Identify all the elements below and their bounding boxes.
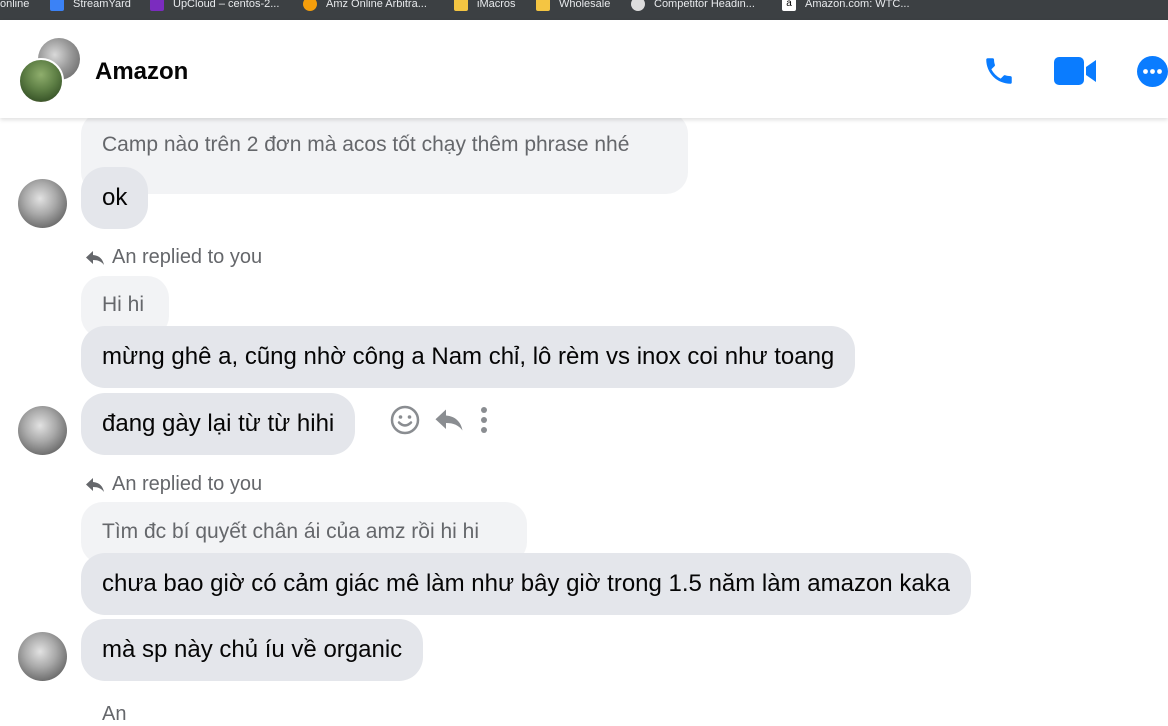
streamyard-icon — [50, 0, 64, 11]
replied-indicator: An replied to you — [85, 246, 262, 269]
reply-arrow-icon — [86, 477, 104, 492]
more-options-icon[interactable] — [1137, 56, 1168, 92]
group-avatar[interactable] — [18, 38, 82, 104]
bookmark-amazon[interactable]: a Amazon.com: WTC... — [782, 0, 910, 14]
partial-replied-indicator: An — [102, 703, 127, 725]
bookmark-upcloud[interactable]: UpCloud – centos-2... — [150, 0, 279, 14]
bookmark-competitor[interactable]: Competitor Headin... — [631, 0, 755, 14]
message-bubble[interactable]: mừng ghê a, cũng nhờ công a Nam chỉ, lô … — [81, 326, 856, 388]
bookmark-amz-arbitrage[interactable]: Amz Online Arbitra... — [303, 0, 427, 14]
video-call-icon[interactable] — [1053, 56, 1097, 91]
chrome-icon — [631, 0, 645, 11]
reply-icon[interactable] — [434, 407, 464, 438]
replied-indicator: An replied to you — [85, 473, 262, 496]
folder-icon — [454, 0, 468, 11]
avatar[interactable] — [18, 632, 67, 681]
avatar — [18, 58, 64, 104]
bookmark-imacros[interactable]: iMacros — [454, 0, 516, 14]
message-actions — [390, 405, 504, 440]
message-bubble[interactable]: mà sp này chủ íu về organic — [81, 619, 424, 681]
folder-icon — [536, 0, 550, 11]
message-bubble[interactable]: ok — [81, 167, 149, 229]
message-bubble[interactable]: đang gày lại từ từ hihi — [81, 393, 356, 455]
phone-icon[interactable] — [982, 54, 1016, 93]
quoted-message[interactable]: Camp nào trên 2 đơn mà acos tốt chạy thê… — [81, 112, 688, 194]
bookmark-wholesale[interactable]: Wholesale — [536, 0, 610, 14]
react-emoji-icon[interactable] — [390, 405, 420, 440]
bookmark-online[interactable]: online — [0, 0, 29, 14]
avatar[interactable] — [18, 179, 67, 228]
message-bubble[interactable]: chưa bao giờ có cảm giác mê làm như bây … — [81, 553, 972, 615]
amazon-icon: a — [782, 0, 796, 11]
chat-header: Amazon — [0, 20, 1168, 118]
reply-arrow-icon — [86, 250, 104, 265]
avatar[interactable] — [18, 406, 67, 455]
upcloud-icon — [150, 0, 164, 11]
more-actions-icon[interactable] — [478, 405, 490, 440]
bookmarks-bar: online StreamYard UpCloud – centos-2... … — [0, 0, 1168, 20]
bookmark-streamyard[interactable]: StreamYard — [50, 0, 131, 14]
chat-title[interactable]: Amazon — [95, 58, 188, 86]
amz-arbitrage-icon — [303, 0, 317, 11]
